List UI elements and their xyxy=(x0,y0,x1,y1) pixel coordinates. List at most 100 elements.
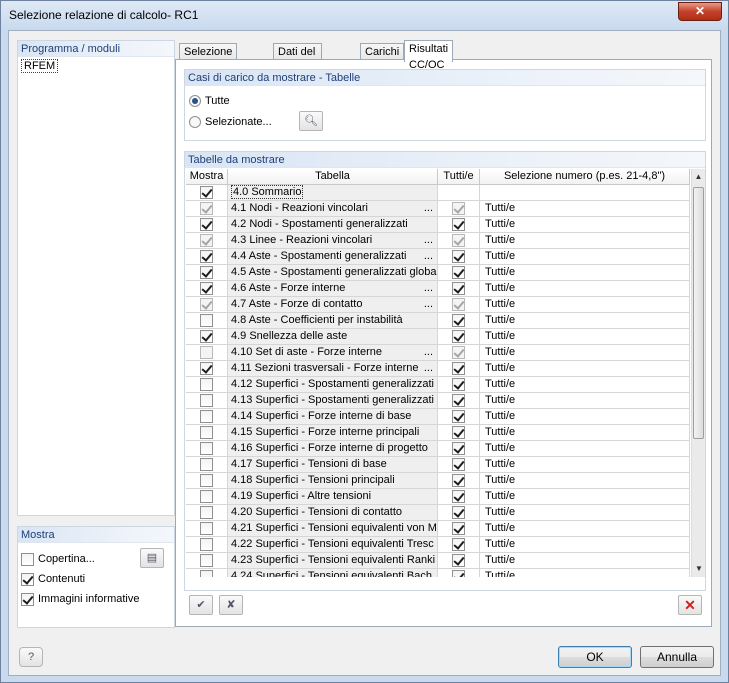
table-row[interactable]: 4.13 Superfici - Spostamenti generalizza… xyxy=(186,393,690,409)
table-row[interactable]: 4.16 Superfici - Forze interne di proget… xyxy=(186,441,690,457)
show-checkbox[interactable] xyxy=(200,506,213,519)
show-cell[interactable] xyxy=(186,537,228,553)
vertical-scrollbar[interactable]: ▲ ▼ xyxy=(691,169,705,577)
selected-load-cases-radio[interactable] xyxy=(189,116,201,128)
show-cell[interactable] xyxy=(186,345,228,361)
all-cell[interactable] xyxy=(438,409,480,425)
show-cell[interactable] xyxy=(186,265,228,281)
all-checkbox[interactable] xyxy=(452,410,465,423)
show-cell[interactable] xyxy=(186,361,228,377)
all-cell[interactable] xyxy=(438,281,480,297)
show-cell[interactable] xyxy=(186,233,228,249)
show-checkbox[interactable] xyxy=(200,570,213,577)
show-checkbox[interactable] xyxy=(200,474,213,487)
table-row[interactable]: 4.22 Superfici - Tensioni equivalenti Tr… xyxy=(186,537,690,553)
table-row[interactable]: 4.6 Aste - Forze interne... Tutti/e xyxy=(186,281,690,297)
all-cell[interactable] xyxy=(438,441,480,457)
table-row[interactable]: 4.23 Superfici - Tensioni equivalenti Ra… xyxy=(186,553,690,569)
all-checkbox[interactable] xyxy=(452,506,465,519)
show-cell[interactable] xyxy=(186,329,228,345)
selection-cell[interactable]: Tutti/e xyxy=(480,313,690,329)
show-checkbox[interactable] xyxy=(200,202,213,215)
show-cell[interactable] xyxy=(186,553,228,569)
table-row[interactable]: 4.1 Nodi - Reazioni vincolari... Tutti/e xyxy=(186,201,690,217)
selection-cell[interactable]: Tutti/e xyxy=(480,249,690,265)
table-row[interactable]: 4.20 Superfici - Tensioni di contatto Tut… xyxy=(186,505,690,521)
show-checkbox[interactable] xyxy=(200,522,213,535)
all-checkbox[interactable] xyxy=(452,442,465,455)
selection-cell[interactable]: Tutti/e xyxy=(480,265,690,281)
selection-cell[interactable]: Tutti/e xyxy=(480,489,690,505)
selection-cell[interactable]: Tutti/e xyxy=(480,569,690,577)
show-cell[interactable] xyxy=(186,281,228,297)
info-images-option[interactable]: Immagini informative xyxy=(21,591,139,607)
all-cell[interactable] xyxy=(438,377,480,393)
all-cell[interactable] xyxy=(438,473,480,489)
all-cell[interactable] xyxy=(438,393,480,409)
table-row[interactable]: 4.5 Aste - Spostamenti generalizzati glo… xyxy=(186,265,690,281)
table-row[interactable]: 4.24 Superfici - Tensioni equivalenti Ba… xyxy=(186,569,690,577)
show-checkbox[interactable] xyxy=(200,458,213,471)
table-row[interactable]: 4.14 Superfici - Forze interne di base Tu… xyxy=(186,409,690,425)
show-cell[interactable] xyxy=(186,473,228,489)
program-item-rfem[interactable]: RFEM xyxy=(21,59,59,73)
show-checkbox[interactable] xyxy=(200,426,213,439)
all-checkbox[interactable] xyxy=(452,394,465,407)
all-checkbox[interactable] xyxy=(452,234,465,247)
selection-cell[interactable]: Tutti/e xyxy=(480,457,690,473)
table-row[interactable]: 4.7 Aste - Forze di contatto... Tutti/e xyxy=(186,297,690,313)
all-checkbox[interactable] xyxy=(452,250,465,263)
all-cell[interactable] xyxy=(438,217,480,233)
all-checkbox[interactable] xyxy=(452,426,465,439)
show-cell[interactable] xyxy=(186,217,228,233)
cover-page-checkbox[interactable] xyxy=(21,552,34,566)
table-row[interactable]: 4.9 Snellezza delle aste Tutti/e xyxy=(186,329,690,345)
show-cell[interactable] xyxy=(186,185,228,201)
show-cell[interactable] xyxy=(186,393,228,409)
table-row[interactable]: 4.15 Superfici - Forze interne principal… xyxy=(186,425,690,441)
all-checkbox[interactable] xyxy=(452,314,465,327)
all-cell[interactable] xyxy=(438,265,480,281)
tab-risultati-cc-oc[interactable]: Risultati CC/OC xyxy=(404,40,454,71)
all-checkbox[interactable] xyxy=(452,346,465,359)
selection-cell[interactable]: Tutti/e xyxy=(480,377,690,393)
show-checkbox[interactable] xyxy=(200,282,213,295)
all-cell[interactable] xyxy=(438,505,480,521)
selection-cell[interactable]: Tutti/e xyxy=(480,233,690,249)
table-row[interactable]: 4.17 Superfici - Tensioni di base Tutti/e xyxy=(186,457,690,473)
help-button[interactable]: ? xyxy=(19,647,43,667)
select-all-button[interactable]: ✔ xyxy=(189,595,213,615)
cancel-button[interactable]: Annulla xyxy=(640,646,714,668)
table-row[interactable]: 4.21 Superfici - Tensioni equivalenti vo… xyxy=(186,521,690,537)
table-row[interactable]: 4.0 Sommario xyxy=(186,185,690,201)
selection-cell[interactable]: Tutti/e xyxy=(480,537,690,553)
table-row[interactable]: 4.18 Superfici - Tensioni principali Tutt… xyxy=(186,473,690,489)
show-cell[interactable] xyxy=(186,201,228,217)
all-cell[interactable] xyxy=(438,521,480,537)
table-row[interactable]: 4.12 Superfici - Spostamenti generalizza… xyxy=(186,377,690,393)
show-checkbox[interactable] xyxy=(200,266,213,279)
all-cell[interactable] xyxy=(438,345,480,361)
all-checkbox[interactable] xyxy=(452,202,465,215)
selection-cell[interactable] xyxy=(480,185,690,201)
all-checkbox[interactable] xyxy=(452,266,465,279)
all-cell[interactable] xyxy=(438,201,480,217)
all-cell[interactable] xyxy=(438,457,480,473)
all-load-cases-radio[interactable] xyxy=(189,95,201,107)
show-cell[interactable] xyxy=(186,297,228,313)
all-checkbox[interactable] xyxy=(452,570,465,577)
deselect-all-button[interactable]: ✘ xyxy=(219,595,243,615)
scroll-thumb[interactable] xyxy=(693,187,704,439)
selection-cell[interactable]: Tutti/e xyxy=(480,201,690,217)
all-checkbox[interactable] xyxy=(452,458,465,471)
all-cell[interactable] xyxy=(438,313,480,329)
all-cell[interactable] xyxy=(438,489,480,505)
selection-cell[interactable]: Tutti/e xyxy=(480,217,690,233)
show-cell[interactable] xyxy=(186,249,228,265)
show-cell[interactable] xyxy=(186,377,228,393)
show-checkbox[interactable] xyxy=(200,410,213,423)
show-cell[interactable] xyxy=(186,441,228,457)
scroll-down-icon[interactable]: ▼ xyxy=(692,561,706,577)
all-checkbox[interactable] xyxy=(452,218,465,231)
show-checkbox[interactable] xyxy=(200,346,213,359)
